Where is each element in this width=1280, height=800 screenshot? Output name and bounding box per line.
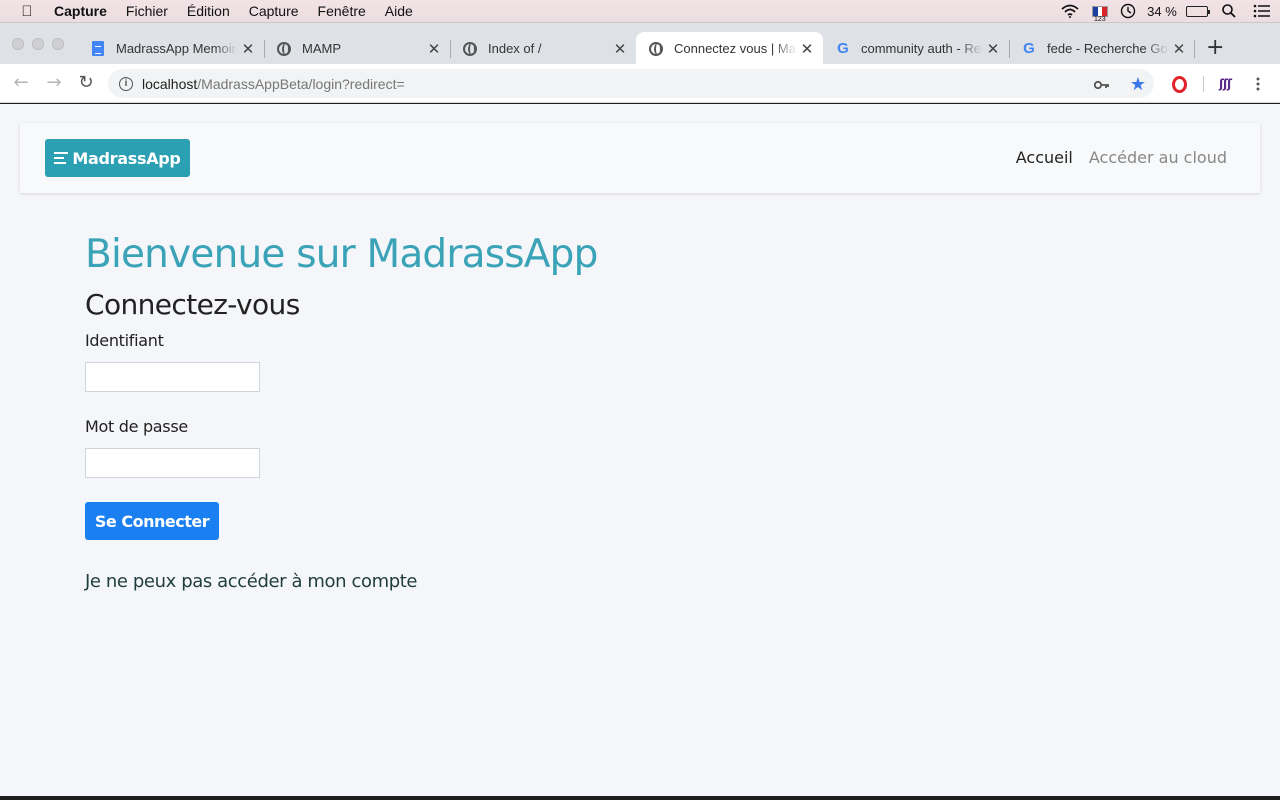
- tab-title: community auth - Recherche Google: [861, 41, 983, 56]
- page-subtitle: Connectez-vous: [85, 288, 300, 321]
- menu-fichier[interactable]: Fichier: [126, 3, 168, 19]
- minimize-window-button[interactable]: [32, 38, 44, 50]
- tab-connectez-vous[interactable]: Connectez vous | MadrassApp ✕: [636, 32, 823, 65]
- bookmark-star-icon[interactable]: ★: [1130, 74, 1146, 95]
- status-area: 123 34 %: [1052, 0, 1280, 23]
- tab-community-auth[interactable]: G community auth - Recherche Google ✕: [823, 32, 1009, 65]
- tab-index-of[interactable]: Index of / ✕: [450, 32, 636, 65]
- menu-fenetre[interactable]: Fenêtre: [318, 3, 366, 19]
- wifi-icon[interactable]: [1052, 0, 1088, 22]
- opera-extension-icon[interactable]: [1170, 73, 1188, 95]
- close-icon[interactable]: ✕: [797, 40, 817, 58]
- browser-tab-bar: MadrassApp Memoire ✕ MAMP ✕ Index of / ✕…: [0, 22, 1280, 65]
- username-field[interactable]: [85, 362, 260, 392]
- time-machine-icon[interactable]: [1112, 0, 1144, 22]
- tab-title: Connectez vous | MadrassApp: [674, 41, 797, 56]
- forward-arrow-icon[interactable]: →: [43, 72, 65, 94]
- close-icon[interactable]: ✕: [238, 40, 258, 58]
- tab-mamp[interactable]: MAMP ✕: [264, 32, 450, 65]
- nav-link-cloud[interactable]: Accéder au cloud: [1089, 148, 1227, 167]
- google-icon: G: [837, 40, 849, 57]
- address-bar[interactable]: i localhost/MadrassAppBeta/login?redirec…: [108, 69, 1154, 98]
- browser-toolbar: ← → ↻ i localhost/MadrassAppBeta/login?r…: [0, 64, 1280, 103]
- macos-menu-bar:  Capture Fichier Édition Capture Fenêtr…: [0, 0, 1280, 23]
- tab-madrassapp-memoire[interactable]: MadrassApp Memoire ✕: [78, 32, 264, 65]
- tab-title: Index of /: [488, 41, 542, 56]
- brand-button[interactable]: MadrassApp: [45, 139, 190, 177]
- username-label: Identifiant: [85, 331, 164, 350]
- menu-capture[interactable]: Capture: [249, 3, 299, 19]
- globe-icon: [462, 41, 478, 57]
- tab-fede[interactable]: G fede - Recherche Google ✕: [1009, 32, 1195, 65]
- site-navbar: MadrassApp Accueil Accéder au cloud: [20, 123, 1260, 193]
- forgot-account-link[interactable]: Je ne peux pas accéder à mon compte: [85, 571, 418, 592]
- close-icon[interactable]: ✕: [424, 40, 444, 58]
- url-host: localhost: [142, 75, 198, 92]
- nav-links: Accueil Accéder au cloud: [1016, 148, 1227, 167]
- battery-icon[interactable]: [1180, 0, 1214, 22]
- reload-icon[interactable]: ↻: [75, 72, 97, 94]
- page-title: Bienvenue sur MadrassApp: [85, 232, 598, 277]
- tab-title: MadrassApp Memoire: [116, 41, 238, 56]
- web-page: MadrassApp Accueil Accéder au cloud Bien…: [0, 104, 1280, 796]
- nav-link-accueil[interactable]: Accueil: [1016, 148, 1073, 167]
- notification-center-icon[interactable]: [1244, 0, 1280, 22]
- menu-app-name[interactable]: Capture: [54, 3, 107, 19]
- url-path: /MadrassAppBeta/login?redirect=: [197, 75, 405, 92]
- new-tab-button[interactable]: +: [1206, 37, 1224, 59]
- keyboard-flag-icon[interactable]: 123: [1088, 0, 1112, 23]
- tab-title: MAMP: [302, 41, 341, 56]
- battery-percent: 34 %: [1147, 3, 1177, 19]
- docs-icon: [90, 41, 106, 57]
- globe-icon: [276, 41, 292, 57]
- brand-label: MadrassApp: [72, 148, 181, 168]
- password-label: Mot de passe: [85, 417, 188, 436]
- extension-icon[interactable]: ʃʃʃ: [1214, 73, 1236, 95]
- password-field[interactable]: [85, 448, 260, 478]
- menu-aide[interactable]: Aide: [385, 3, 413, 19]
- close-window-button[interactable]: [12, 38, 24, 50]
- window-bottom-edge: [0, 796, 1280, 800]
- globe-icon: [648, 41, 664, 57]
- close-icon[interactable]: ✕: [1169, 40, 1189, 58]
- menu-edition[interactable]: Édition: [187, 3, 230, 19]
- close-icon[interactable]: ✕: [983, 40, 1003, 58]
- window-controls: [12, 38, 64, 50]
- back-arrow-icon[interactable]: ←: [10, 72, 32, 94]
- more-menu-icon[interactable]: [1250, 73, 1266, 95]
- login-button[interactable]: Se Connecter: [85, 502, 219, 540]
- key-icon[interactable]: [1093, 77, 1110, 93]
- google-icon: G: [1023, 40, 1035, 57]
- tab-title: fede - Recherche Google: [1047, 41, 1169, 56]
- zoom-window-button[interactable]: [52, 38, 64, 50]
- spotlight-search-icon[interactable]: [1214, 0, 1244, 22]
- apple-menu-icon[interactable]: : [0, 3, 54, 20]
- close-icon[interactable]: ✕: [610, 40, 630, 58]
- info-icon[interactable]: i: [119, 76, 133, 91]
- menu-icon: [54, 149, 69, 167]
